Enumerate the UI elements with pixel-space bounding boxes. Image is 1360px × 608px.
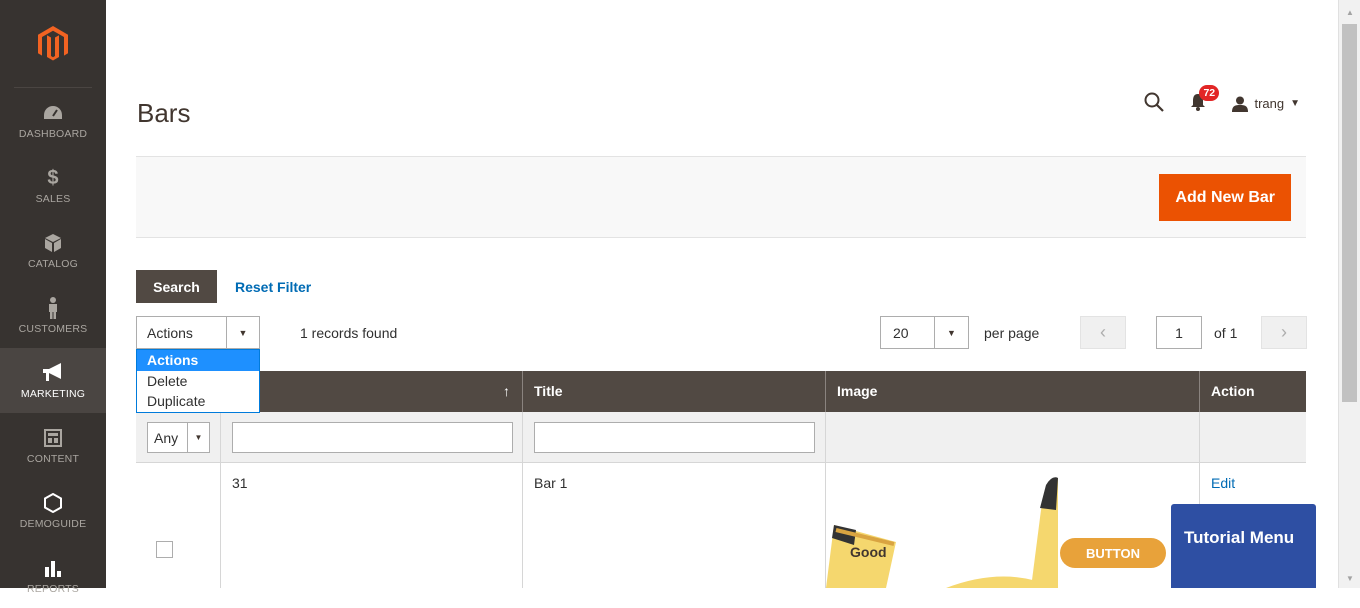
dashboard-icon [43, 101, 63, 125]
id-filter-input[interactable] [232, 422, 513, 453]
mass-actions-value: Actions [147, 325, 193, 341]
tutorial-menu-button[interactable]: Tutorial Menu [1171, 504, 1316, 588]
page-actions-bar: Add New Bar [136, 156, 1306, 238]
select-filter[interactable]: Any ▼ [147, 422, 210, 453]
nav-dashboard[interactable]: DASHBOARD [0, 88, 106, 153]
reset-filter-link[interactable]: Reset Filter [235, 279, 311, 295]
page-scrollbar[interactable]: ▲ ▼ [1338, 0, 1360, 588]
caret-down-icon: ▼ [1290, 98, 1300, 109]
row-id: 31 [232, 475, 248, 491]
edit-link[interactable]: Edit [1211, 475, 1235, 491]
per-page-value: 20 [893, 325, 909, 341]
scroll-down-arrow-icon[interactable]: ▼ [1339, 570, 1360, 586]
sort-arrow-icon: ↑ [503, 383, 510, 399]
nav-content[interactable]: CONTENT [0, 413, 106, 478]
page-number-input[interactable]: 1 [1156, 316, 1202, 349]
option-actions[interactable]: Actions [137, 350, 259, 371]
nav-marketing-label: MARKETING [20, 388, 86, 400]
per-page-label: per page [984, 325, 1040, 341]
user-name: trang [1254, 96, 1285, 111]
id-filter-cell [220, 412, 522, 463]
bar-preview-text: Good [850, 544, 887, 560]
scrollbar-thumb[interactable] [1342, 24, 1357, 402]
nav-content-label: CONTENT [26, 453, 80, 465]
action-filter-cell [1199, 412, 1306, 463]
admin-sidebar: DASHBOARD $ SALES CATALOG CUSTOMERS MARK… [0, 0, 106, 595]
chevron-down-icon: ▼ [226, 317, 259, 348]
option-duplicate[interactable]: Duplicate [137, 391, 259, 412]
bar-chart-icon [44, 556, 62, 580]
user-menu[interactable]: trang ▼ [1232, 96, 1300, 112]
bar-preview-button: BUTTON [1060, 538, 1166, 568]
layout-icon [44, 426, 62, 450]
id-cell: 31 [220, 463, 522, 588]
magento-logo-icon [38, 25, 68, 60]
scroll-up-arrow-icon[interactable]: ▲ [1339, 4, 1360, 20]
records-found: 1 records found [300, 325, 398, 341]
notifications-button[interactable]: 72 [1190, 85, 1220, 114]
header-actions: 72 trang ▼ [1144, 85, 1300, 115]
user-icon [1232, 96, 1249, 112]
person-icon [47, 296, 59, 320]
nav-catalog[interactable]: CATALOG [0, 218, 106, 283]
col-action-header: Action [1199, 371, 1306, 412]
cube-icon [45, 231, 61, 255]
grid-header: ↑ Title Image Action [136, 371, 1306, 412]
image-filter-cell [825, 412, 1199, 463]
nav-sales-label: SALES [35, 193, 71, 205]
nav-sales[interactable]: $ SALES [0, 153, 106, 218]
magento-logo[interactable] [14, 0, 92, 88]
mass-actions-dropdown: Actions Delete Duplicate [136, 349, 260, 413]
add-new-bar-button[interactable]: Add New Bar [1159, 174, 1291, 221]
row-title: Bar 1 [534, 475, 568, 491]
nav-demoguide-label: DEMOGUIDE [19, 518, 87, 530]
nav-dashboard-label: DASHBOARD [18, 128, 88, 140]
bar-preview-image: Good BUTTON [826, 470, 1166, 591]
nav-demoguide[interactable]: DEMOGUIDE [0, 478, 106, 543]
chevron-left-icon: ‹ [1100, 322, 1106, 342]
page-total: of 1 [1214, 325, 1238, 341]
notification-count-badge: 72 [1199, 85, 1220, 101]
search-icon[interactable] [1144, 92, 1165, 115]
nav-customers-label: CUSTOMERS [18, 323, 88, 335]
nav-reports[interactable]: REPORTS [0, 543, 106, 608]
search-button[interactable]: Search [136, 270, 217, 303]
per-page-select[interactable]: 20 ▼ [880, 316, 969, 349]
chevron-down-icon: ▼ [187, 423, 209, 452]
next-page-button[interactable]: › [1261, 316, 1307, 349]
mass-actions-select[interactable]: Actions ▼ [136, 316, 260, 349]
col-image-header[interactable]: Image [825, 371, 1199, 412]
option-delete[interactable]: Delete [137, 371, 259, 392]
previous-page-button[interactable]: ‹ [1080, 316, 1126, 349]
title-filter-input[interactable] [534, 422, 815, 453]
chevron-right-icon: › [1281, 322, 1287, 342]
chevron-down-icon: ▼ [934, 317, 968, 348]
nav-reports-label: REPORTS [27, 583, 79, 595]
megaphone-icon [41, 361, 65, 385]
title-cell: Bar 1 [522, 463, 825, 588]
col-title-header[interactable]: Title [522, 371, 825, 412]
hexagon-icon [44, 491, 62, 515]
title-filter-cell [522, 412, 825, 463]
row-checkbox[interactable] [156, 541, 173, 558]
select-filter-value: Any [154, 430, 179, 446]
nav-catalog-label: CATALOG [27, 258, 79, 270]
col-id-header[interactable]: ↑ [220, 371, 522, 412]
nav-customers[interactable]: CUSTOMERS [0, 283, 106, 348]
nav-marketing[interactable]: MARKETING [0, 348, 106, 413]
dollar-icon: $ [47, 166, 59, 189]
filter-row: Any ▼ [136, 412, 1306, 463]
page-title: Bars [137, 98, 191, 128]
